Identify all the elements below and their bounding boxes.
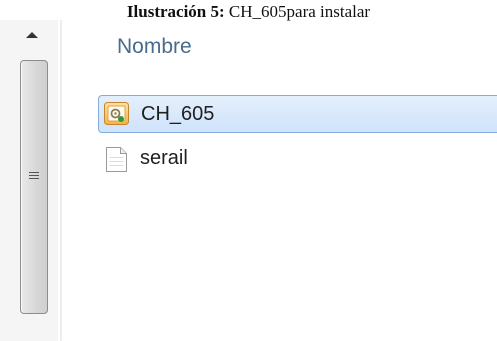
scroll-up-arrow-icon[interactable] <box>26 32 38 38</box>
text-document-icon <box>102 145 130 172</box>
figure-caption: Ilustración 5: CH_605para instalar <box>0 0 497 24</box>
file-row-serail[interactable]: serail <box>98 140 398 176</box>
pane-divider <box>60 20 63 341</box>
file-name: CH_605 <box>141 102 215 125</box>
column-header-name[interactable]: Nombre <box>117 35 192 59</box>
scrollbar-thumb[interactable] <box>20 60 48 314</box>
file-name: serail <box>140 146 188 169</box>
file-row-ch605[interactable]: CH_605 <box>98 95 497 133</box>
caption-number: Ilustración 5: <box>126 2 225 21</box>
caption-text: CH_605para instalar <box>224 2 371 21</box>
grip-icon <box>29 172 39 181</box>
setup-installer-icon <box>103 101 131 127</box>
